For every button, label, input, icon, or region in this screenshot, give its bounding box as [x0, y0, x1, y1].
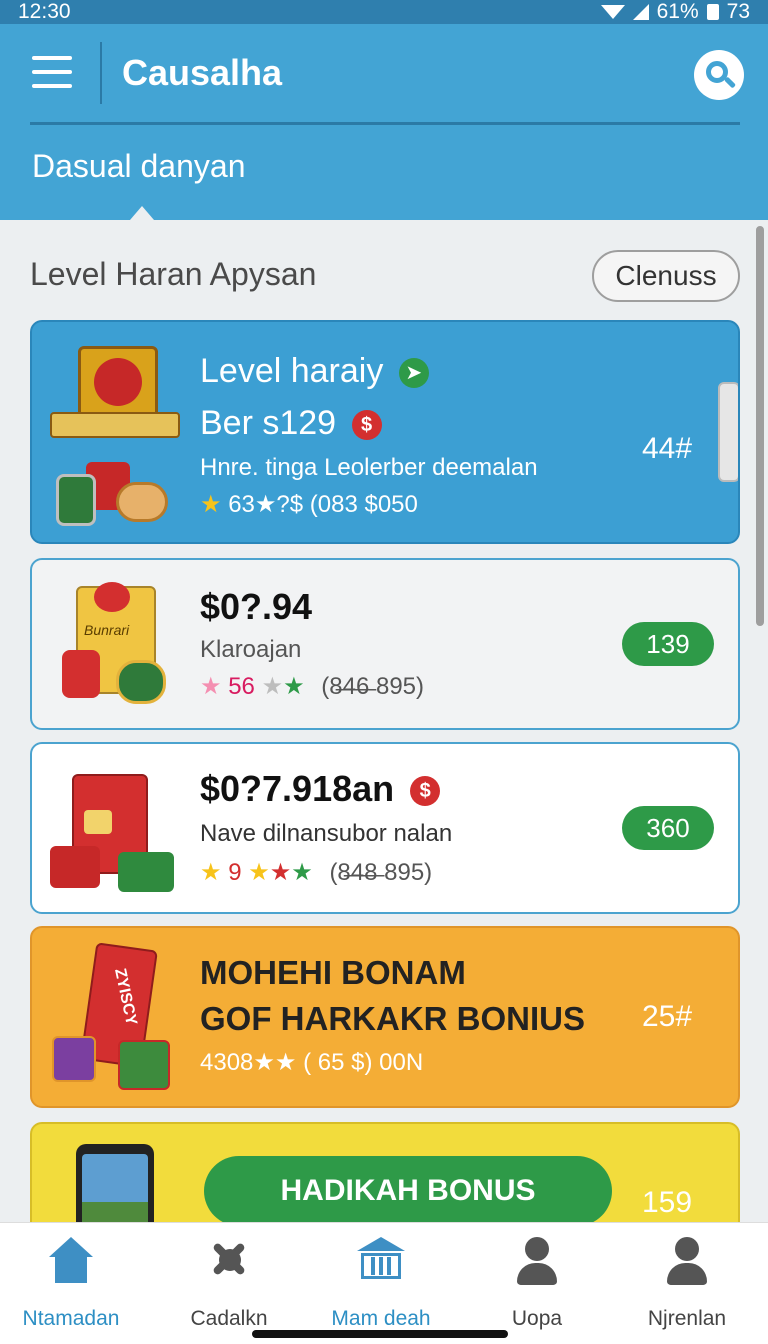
phone-edge-icon: [718, 382, 738, 482]
card-rating: ★ 56 ★★ (8̶4̶6̶ 895): [200, 673, 425, 700]
card-title: Level haraiy ➤: [200, 352, 429, 391]
offer-card-box[interactable]: $0?7.918an $ Nave dilnansubor nalan ★ 9 …: [30, 742, 740, 914]
nav-label: Cadalkn: [190, 1307, 268, 1330]
scrollbar[interactable]: [756, 226, 764, 626]
offer-card-gift[interactable]: Bunrari $0?.94 Klaroajan ★ 56 ★★ (8̶4̶6̶…: [30, 558, 740, 730]
card-price: Ber s129 $: [200, 404, 382, 443]
dollar-icon: $: [351, 410, 382, 441]
bank-icon: [357, 1237, 405, 1287]
card-description: Hnre. tinga Leolerber deemalan: [200, 454, 538, 481]
nav-label: Mam deah: [331, 1307, 431, 1330]
nav-item-bank[interactable]: Mam deah: [306, 1237, 456, 1337]
count-badge: 360: [622, 806, 714, 850]
offer-card-bonus[interactable]: ZYISCY MOHEHI BONAM GOF HARKAKR BONIUS 4…: [30, 926, 740, 1108]
header-rule: [30, 122, 740, 125]
hadikah-bonus-button[interactable]: HADIKAH BONUS: [204, 1156, 612, 1226]
card-line2: GOF HARKAKR BONIUS: [200, 1000, 585, 1037]
menu-icon[interactable]: [32, 56, 72, 88]
battery-icon: [706, 4, 719, 20]
card-rating: ★ 63★?$ (083 $050: [200, 491, 418, 518]
card-rating: 4308★★ ( 65 $) 00N: [200, 1049, 424, 1076]
clear-button[interactable]: Clenuss: [592, 250, 740, 302]
nav-label: Njrenlan: [647, 1307, 727, 1330]
dollar-icon: $: [410, 776, 441, 807]
status-signal-text: 73: [726, 0, 750, 23]
card-count: 159: [642, 1186, 693, 1219]
home-icon: [47, 1237, 95, 1287]
signal-icon: [632, 4, 649, 20]
nav-item-home[interactable]: Ntamadan: [0, 1237, 146, 1337]
wifi-icon: [600, 5, 625, 19]
star-icon: ★: [200, 859, 222, 886]
nav-item-person[interactable]: Uopa: [462, 1237, 612, 1337]
home-indicator[interactable]: [252, 1330, 508, 1338]
page-subtitle: Dasual danyan: [32, 148, 246, 184]
search-icon[interactable]: [694, 50, 744, 100]
card-count: 25#: [642, 1000, 693, 1033]
status-bar: 12:30 61% 73: [0, 0, 768, 24]
verified-icon: ➤: [398, 358, 429, 389]
nav-item-profile[interactable]: Njrenlan: [612, 1237, 762, 1337]
status-indicators: 61% 73: [600, 0, 750, 24]
bottom-nav: Ntamadan Cadalkn Mam deah Uopa Njrenlan: [0, 1222, 768, 1344]
nav-label: Ntamadan: [22, 1307, 120, 1330]
card-name: Nave dilnansubor nalan: [200, 820, 453, 847]
card-price: $0?7.918an $: [200, 768, 441, 810]
count-badge: 139: [622, 622, 714, 666]
status-time: 12:30: [18, 0, 71, 23]
star-icon: ★: [200, 673, 222, 700]
card-price: $0?.94: [200, 586, 313, 627]
app-title: Causalha: [122, 52, 283, 93]
box-label: Bunrari: [84, 622, 130, 638]
star-icon: ★: [200, 491, 222, 518]
card-count: 44#: [642, 432, 693, 465]
header-pointer: [130, 206, 154, 220]
battery-percent: 61%: [656, 0, 699, 23]
card-line1: MOHEHI BONAM: [200, 954, 466, 991]
header-divider: [100, 42, 102, 104]
app-header: Causalha Dasual danyan: [0, 24, 768, 220]
card-rating: ★ 9 ★★★ (8̶4̶8̶ 895): [200, 859, 433, 886]
tools-icon: [205, 1237, 253, 1287]
profile-icon: [663, 1237, 711, 1287]
card-name: Klaroajan: [200, 636, 302, 663]
person-icon: [513, 1237, 561, 1287]
nav-label: Uopa: [511, 1307, 563, 1330]
nav-item-tools[interactable]: Cadalkn: [154, 1237, 304, 1337]
offer-card-level[interactable]: Level haraiy ➤ Ber s129 $ Hnre. tinga Le…: [30, 320, 740, 544]
section-title: Level Haran Apysan: [30, 256, 317, 292]
